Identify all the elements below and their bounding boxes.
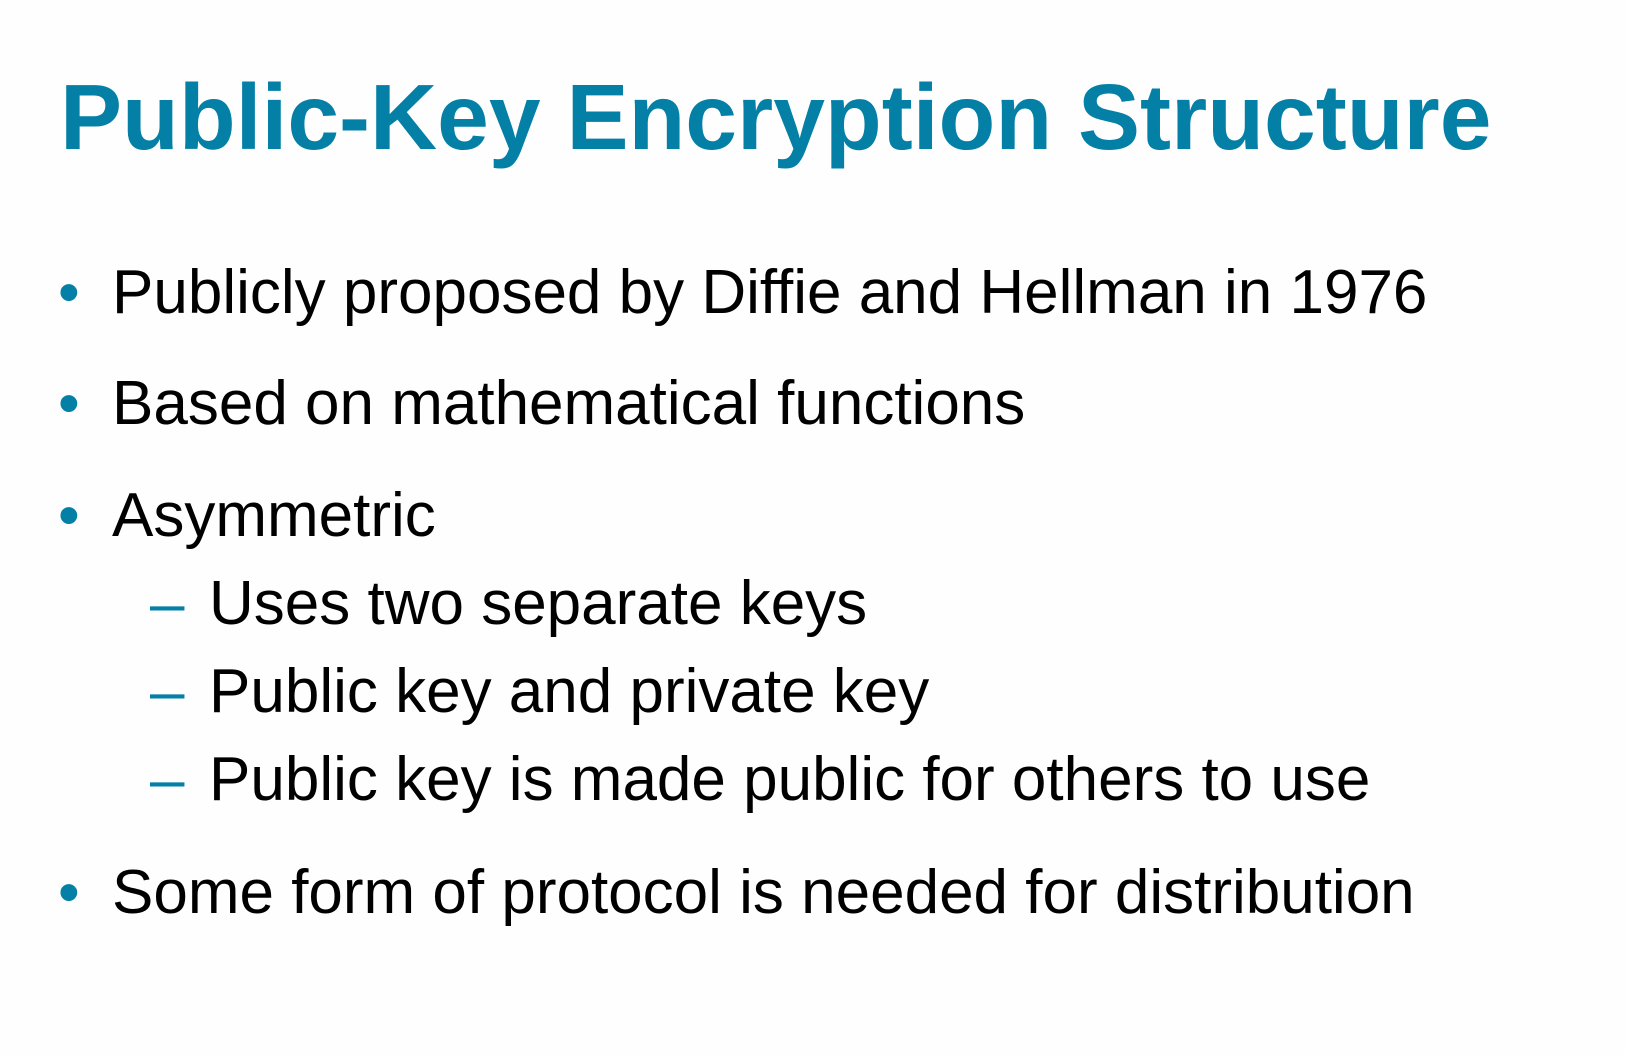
bullet-item: Based on mathematical functions — [112, 369, 1026, 438]
bullet-item: Asymmetric — [112, 481, 436, 550]
slide-title: Public-Key Encryption Structure — [60, 65, 1492, 169]
bullet-icon: • — [58, 481, 80, 550]
bullet-item: Some form of protocol is needed for dist… — [112, 858, 1415, 927]
bullet-icon: • — [58, 858, 80, 927]
dash-icon: – — [150, 745, 185, 814]
bullet-item: Publicly proposed by Diffie and Hellman … — [112, 258, 1428, 327]
sub-bullet-item: Uses two separate keys — [209, 569, 868, 638]
sub-bullet-item: Public key and private key — [209, 657, 930, 726]
dash-icon: – — [150, 569, 185, 638]
bullet-icon: • — [58, 258, 80, 327]
bullet-icon: • — [58, 369, 80, 438]
sub-bullet-item: Public key is made public for others to … — [209, 745, 1371, 814]
dash-icon: – — [150, 657, 185, 726]
